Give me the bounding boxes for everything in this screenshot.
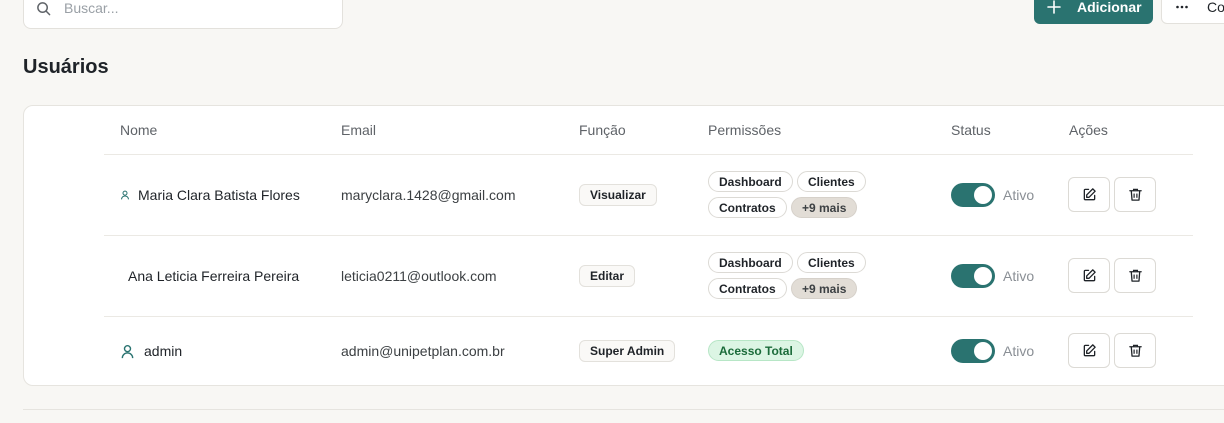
- row-divider: [104, 154, 1193, 155]
- user-email: maryclara.1428@gmail.com: [341, 187, 516, 203]
- trash-icon: [1128, 343, 1143, 358]
- section-divider: [23, 409, 1224, 410]
- column-header-status: Status: [951, 122, 991, 138]
- permission-badge: Dashboard: [708, 252, 793, 273]
- permission-badge: Clientes: [797, 171, 866, 192]
- status-toggle[interactable]: [951, 339, 995, 363]
- role-badge: Editar: [579, 265, 636, 287]
- edit-icon: [1082, 343, 1097, 358]
- user-name-text: Ana Leticia Ferreira Pereira: [128, 268, 300, 284]
- edit-button[interactable]: [1068, 333, 1110, 368]
- row-divider: [104, 235, 1193, 236]
- permission-badge: Dashboard: [708, 171, 793, 192]
- edit-icon: [1082, 187, 1097, 202]
- delete-button[interactable]: [1114, 177, 1156, 212]
- user-icon: [120, 344, 135, 359]
- role-badge: Super Admin: [579, 340, 676, 362]
- add-user-button[interactable]: Adicionar: [1034, 0, 1153, 24]
- user-icon: [120, 190, 130, 200]
- search-input[interactable]: [64, 0, 304, 16]
- delete-button[interactable]: [1114, 258, 1156, 293]
- more-permissions-badge: +9 mais: [791, 197, 858, 218]
- delete-button[interactable]: [1114, 333, 1156, 368]
- toggle-knob: [974, 186, 992, 204]
- permission-badge: Contratos: [708, 197, 787, 218]
- column-header-name: Nome: [120, 122, 158, 138]
- plus-icon: [1047, 0, 1061, 14]
- status-toggle[interactable]: [951, 264, 995, 288]
- user-name-text: admin: [144, 343, 183, 359]
- row-divider: [104, 316, 1193, 317]
- add-user-label: Adicionar: [1077, 0, 1142, 15]
- column-header-actions: Ações: [1069, 122, 1108, 138]
- search-box[interactable]: [23, 0, 343, 29]
- trash-icon: [1128, 187, 1143, 202]
- more-permissions-badge: +9 mais: [791, 278, 858, 299]
- columns-button-label: Co: [1207, 0, 1224, 15]
- trash-icon: [1128, 268, 1143, 283]
- user-name: admin: [120, 343, 182, 359]
- permission-badge: Clientes: [797, 252, 866, 273]
- edit-button[interactable]: [1068, 258, 1110, 293]
- toggle-knob: [974, 267, 992, 285]
- status-label: Ativo: [1003, 187, 1035, 203]
- status-label: Ativo: [1003, 343, 1035, 359]
- user-email: admin@unipetplan.com.br: [341, 343, 505, 359]
- edit-button[interactable]: [1068, 177, 1110, 212]
- status-label: Ativo: [1003, 268, 1035, 284]
- permission-badge: Contratos: [708, 278, 787, 299]
- status-toggle[interactable]: [951, 183, 995, 207]
- columns-button[interactable]: Co: [1161, 0, 1224, 24]
- user-email: leticia0211@outlook.com: [341, 268, 497, 284]
- page-title: Usuários: [23, 56, 109, 78]
- full-access-badge: Acesso Total: [708, 340, 804, 361]
- user-name-text: Maria Clara Batista Flores: [138, 187, 300, 203]
- column-header-email: Email: [341, 122, 377, 138]
- user-name: Maria Clara Batista Flores: [120, 187, 300, 203]
- column-header-permissions: Permissões: [708, 122, 782, 138]
- more-horizontal-icon: [1175, 0, 1189, 14]
- role-badge: Visualizar: [579, 184, 657, 206]
- search-icon: [36, 1, 51, 16]
- user-name: Ana Leticia Ferreira Pereira: [128, 268, 299, 284]
- edit-icon: [1082, 268, 1097, 283]
- toggle-knob: [974, 342, 992, 360]
- column-header-role: Função: [579, 122, 626, 138]
